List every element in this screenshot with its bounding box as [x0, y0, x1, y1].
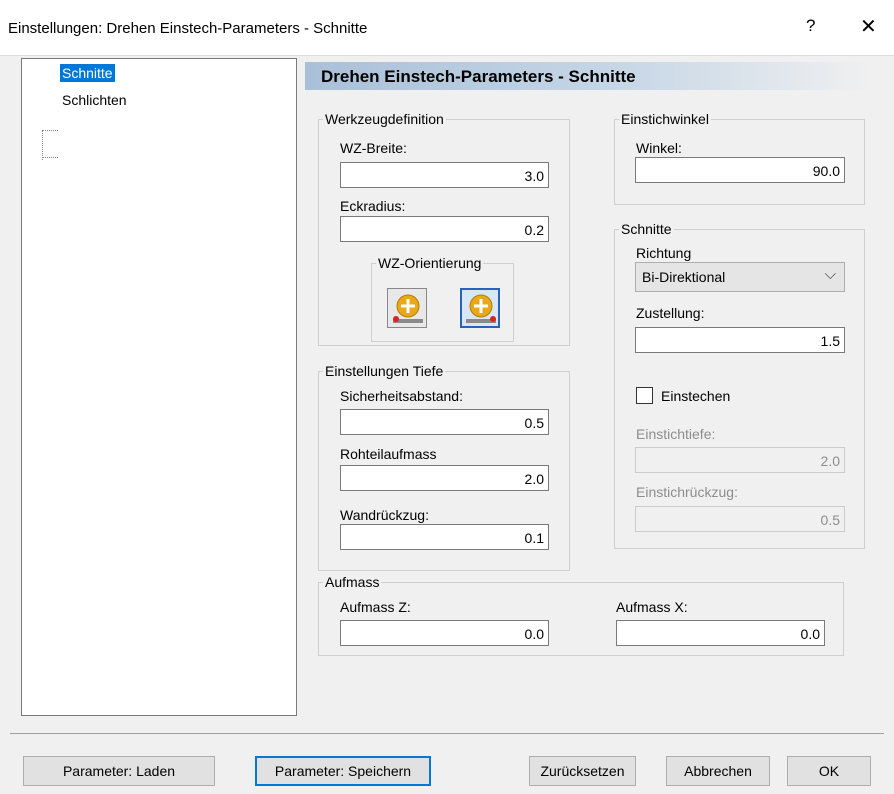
sicherheitsabstand-input[interactable]: 0.5: [340, 409, 549, 435]
richtung-label: Richtung: [636, 245, 692, 261]
zustellung-input[interactable]: 1.5: [635, 327, 845, 353]
einstichwinkel-legend: Einstichwinkel: [621, 111, 709, 127]
zuruecksetzen-button[interactable]: Zurücksetzen: [529, 756, 636, 786]
wandrueckzug-label: Wandrückzug:: [340, 507, 429, 523]
tree-item-schlichten[interactable]: Schlichten: [60, 91, 129, 109]
tool-orientation-right-icon: [466, 294, 496, 323]
einstechen-label[interactable]: Einstechen: [661, 388, 730, 404]
close-button[interactable]: ✕: [860, 14, 877, 39]
richtung-select[interactable]: Bi-Direktional ⌵: [635, 262, 845, 292]
richtung-selected-value: Bi-Direktional: [642, 269, 726, 285]
eckradius-input[interactable]: 0.2: [340, 216, 549, 242]
tree-item-schnitte[interactable]: Schnitte: [60, 64, 115, 82]
parameter-speichern-button[interactable]: Parameter: Speichern: [255, 756, 431, 786]
chevron-down-icon: ⌵: [824, 266, 836, 283]
aufmass-z-label: Aufmass Z:: [340, 599, 411, 615]
aufmass-z-input[interactable]: 0.0: [340, 620, 549, 646]
orientation-left-button[interactable]: [387, 288, 427, 328]
help-button[interactable]: ?: [806, 16, 815, 36]
tree-line: [42, 157, 58, 158]
tree-line: [42, 130, 58, 131]
orientation-right-button[interactable]: [460, 288, 500, 328]
werkzeugdefinition-legend: Werkzeugdefinition: [325, 111, 444, 127]
winkel-label: Winkel:: [636, 140, 682, 156]
aufmass-x-label: Aufmass X:: [616, 599, 688, 615]
aufmass-x-input[interactable]: 0.0: [616, 620, 825, 646]
abbrechen-button[interactable]: Abbrechen: [666, 756, 770, 786]
einstichrueckzug-label: Einstichrückzug:: [636, 484, 738, 500]
footer-divider: [10, 733, 884, 734]
wz-orientierung-legend: WZ-Orientierung: [378, 255, 482, 271]
aufmass-legend: Aufmass: [325, 574, 380, 590]
parameter-laden-button[interactable]: Parameter: Laden: [23, 756, 215, 786]
tool-orientation-left-icon: [393, 294, 423, 323]
winkel-input[interactable]: 90.0: [635, 157, 845, 183]
einstichrueckzug-input: 0.5: [635, 506, 845, 532]
sicherheitsabstand-label: Sicherheitsabstand:: [340, 388, 463, 404]
page-title: Drehen Einstech-Parameters - Schnitte: [305, 62, 871, 90]
wz-breite-label: WZ-Breite:: [340, 140, 407, 156]
rohteilaufmass-label: Rohteilaufmass: [340, 446, 437, 462]
settings-tree[interactable]: Schnitte Schlichten: [21, 58, 297, 716]
rohteilaufmass-input[interactable]: 2.0: [340, 465, 549, 491]
wz-breite-input[interactable]: 3.0: [340, 162, 549, 188]
einstichtiefe-label: Einstichtiefe:: [636, 426, 716, 442]
title-bar: Einstellungen: Drehen Einstech-Parameter…: [0, 0, 894, 56]
zustellung-label: Zustellung:: [636, 305, 705, 321]
wandrueckzug-input[interactable]: 0.1: [340, 524, 549, 550]
eckradius-label: Eckradius:: [340, 198, 406, 214]
window-title: Einstellungen: Drehen Einstech-Parameter…: [8, 20, 368, 37]
einstellungen-tiefe-legend: Einstellungen Tiefe: [325, 363, 444, 379]
einstechen-checkbox[interactable]: [636, 387, 653, 404]
einstichtiefe-input: 2.0: [635, 447, 845, 473]
ok-button[interactable]: OK: [787, 756, 871, 786]
schnitte-legend: Schnitte: [621, 221, 672, 237]
tree-line: [42, 130, 43, 160]
